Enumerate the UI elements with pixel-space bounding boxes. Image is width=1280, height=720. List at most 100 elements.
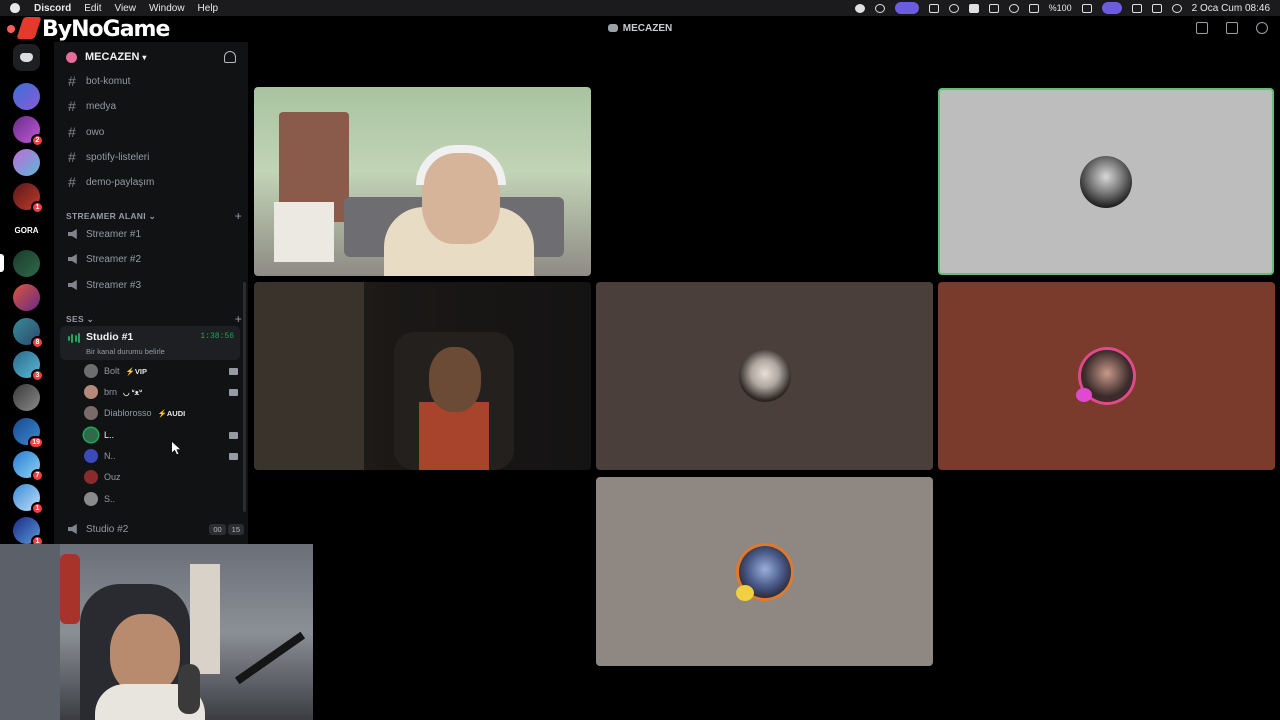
hash-icon: # xyxy=(68,73,76,89)
speaker-icon xyxy=(68,254,86,264)
menu-edit[interactable]: Edit xyxy=(84,3,101,14)
text-channel[interactable]: # spotify-listeleri xyxy=(60,146,244,168)
server-icon-gora[interactable]: GORA xyxy=(13,217,40,244)
text-channel[interactable]: # bot-komut xyxy=(60,70,244,92)
voice-user[interactable]: brn ◡ ᐡᴥᐡ xyxy=(84,382,238,402)
text-channel[interactable]: # owo xyxy=(60,121,244,143)
invite-people-icon[interactable] xyxy=(224,51,236,63)
server-icon[interactable]: 7 xyxy=(13,451,44,482)
streamer-webcam-overlay xyxy=(0,544,313,720)
wall-shape xyxy=(254,282,364,470)
star-icon[interactable] xyxy=(968,3,979,13)
voice-user[interactable]: Ouz xyxy=(84,467,238,487)
voice-activity-icon xyxy=(68,333,80,343)
sidebar-scrollbar[interactable] xyxy=(243,282,246,512)
grid-icon[interactable] xyxy=(928,3,939,13)
apple-icon[interactable] xyxy=(10,3,20,13)
video-tile-camera[interactable] xyxy=(254,282,591,470)
video-tile-avatar[interactable] xyxy=(596,282,933,470)
microphone-icon xyxy=(178,664,200,714)
siri-icon[interactable] xyxy=(1171,3,1182,13)
category-streamer[interactable]: STREAMER ALANI ⌄ + xyxy=(66,209,242,223)
help-icon[interactable] xyxy=(1256,22,1268,34)
camera-icon xyxy=(229,452,238,460)
server-icon[interactable] xyxy=(13,83,40,110)
menu-help[interactable]: Help xyxy=(198,3,219,14)
selected-server-indicator xyxy=(0,254,4,272)
hash-icon: # xyxy=(68,149,76,165)
voice-user[interactable]: Diablorosso ⚡AUDI xyxy=(84,403,238,423)
control-center-icon[interactable] xyxy=(1151,3,1162,13)
server-icon[interactable] xyxy=(13,284,40,311)
create-channel-icon[interactable]: + xyxy=(235,209,242,223)
server-icon[interactable]: 1 xyxy=(13,484,44,515)
avatar xyxy=(1080,155,1132,208)
mic-arm-shape xyxy=(234,631,306,685)
avatar xyxy=(84,428,98,442)
camera-icon xyxy=(229,367,238,375)
guild-header[interactable]: MECAZEN ▾ xyxy=(54,42,248,72)
server-icon[interactable]: 1 xyxy=(13,183,44,214)
server-icon[interactable]: 2 xyxy=(13,116,44,147)
app-status-icon[interactable] xyxy=(874,3,885,13)
category-ses[interactable]: SES ⌄ + xyxy=(66,312,242,326)
avatar xyxy=(84,449,98,463)
menu-view[interactable]: View xyxy=(114,3,136,14)
channel-name: Studio #1 xyxy=(86,331,134,343)
guild-name: MECAZEN xyxy=(85,51,140,63)
voice-user[interactable]: Bolt ⚡VIP xyxy=(84,361,238,381)
set-channel-status[interactable]: Bir kanal durumu belirle xyxy=(86,347,165,356)
search-icon[interactable] xyxy=(1008,3,1019,13)
server-icon[interactable]: 19 xyxy=(13,418,44,449)
voice-user[interactable]: S.. xyxy=(84,489,238,509)
server-icon[interactable]: 1 xyxy=(13,517,44,548)
play-icon[interactable] xyxy=(948,3,959,13)
server-icon[interactable] xyxy=(13,384,40,411)
server-icon[interactable] xyxy=(13,149,40,176)
text-channel[interactable]: # demo-paylaşım xyxy=(60,171,244,193)
server-icon-mecazen[interactable] xyxy=(13,250,40,277)
avatar xyxy=(84,364,98,378)
menu-window[interactable]: Window xyxy=(149,3,185,14)
inbox-icon[interactable] xyxy=(1226,22,1238,34)
text-channel[interactable]: # medya xyxy=(60,95,244,117)
battery-percent: %100 xyxy=(1048,3,1072,13)
video-tile-avatar[interactable] xyxy=(596,477,933,666)
call-timer: 1:38:56 xyxy=(200,332,234,341)
video-tile-avatar[interactable] xyxy=(938,282,1275,470)
flag-icon[interactable] xyxy=(1196,22,1208,34)
hash-icon: # xyxy=(68,98,76,114)
server-rail: 2 1 GORA 8 3 19 7 1 1 xyxy=(0,42,54,548)
guild-icon xyxy=(607,24,618,32)
voice-channel-studio2[interactable]: Studio #2 00 15 xyxy=(60,518,244,540)
shelf-shape xyxy=(190,564,220,674)
control-icon[interactable] xyxy=(1028,3,1039,13)
guild-icon xyxy=(66,51,77,63)
clock[interactable]: 2 Oca Cum 08:46 xyxy=(1192,3,1270,14)
video-tile-camera[interactable] xyxy=(254,87,591,276)
voice-channel[interactable]: Streamer #2 xyxy=(60,248,244,270)
speaker-icon xyxy=(68,280,86,290)
create-channel-icon[interactable]: + xyxy=(235,312,242,326)
nightstand-shape xyxy=(274,202,334,262)
avatar xyxy=(84,406,98,420)
mirroring-icon[interactable] xyxy=(1101,2,1122,14)
voice-channel[interactable]: Streamer #1 xyxy=(60,223,244,245)
avatar xyxy=(84,492,98,506)
discord-home-icon[interactable] xyxy=(13,44,40,71)
voice-channel[interactable]: Streamer #3 xyxy=(60,274,244,296)
server-icon[interactable]: 8 xyxy=(13,318,44,349)
active-voice-channel[interactable]: Studio #1 1:38:56 Bir kanal durumu belir… xyxy=(60,326,240,360)
menu-app[interactable]: Discord xyxy=(34,3,71,14)
server-icon[interactable]: 3 xyxy=(13,351,44,382)
duck-decoration-icon xyxy=(736,585,754,601)
camera-icon xyxy=(229,431,238,439)
hash-icon: # xyxy=(68,124,76,140)
keyboard-icon[interactable] xyxy=(988,3,999,13)
video-tile-speaking[interactable] xyxy=(938,88,1274,275)
voice-user[interactable]: L.. xyxy=(84,425,238,445)
record-icon[interactable] xyxy=(854,3,865,13)
wifi-icon[interactable] xyxy=(1131,3,1142,13)
screen-share-icon[interactable] xyxy=(894,2,919,14)
voice-user[interactable]: N.. xyxy=(84,446,238,466)
